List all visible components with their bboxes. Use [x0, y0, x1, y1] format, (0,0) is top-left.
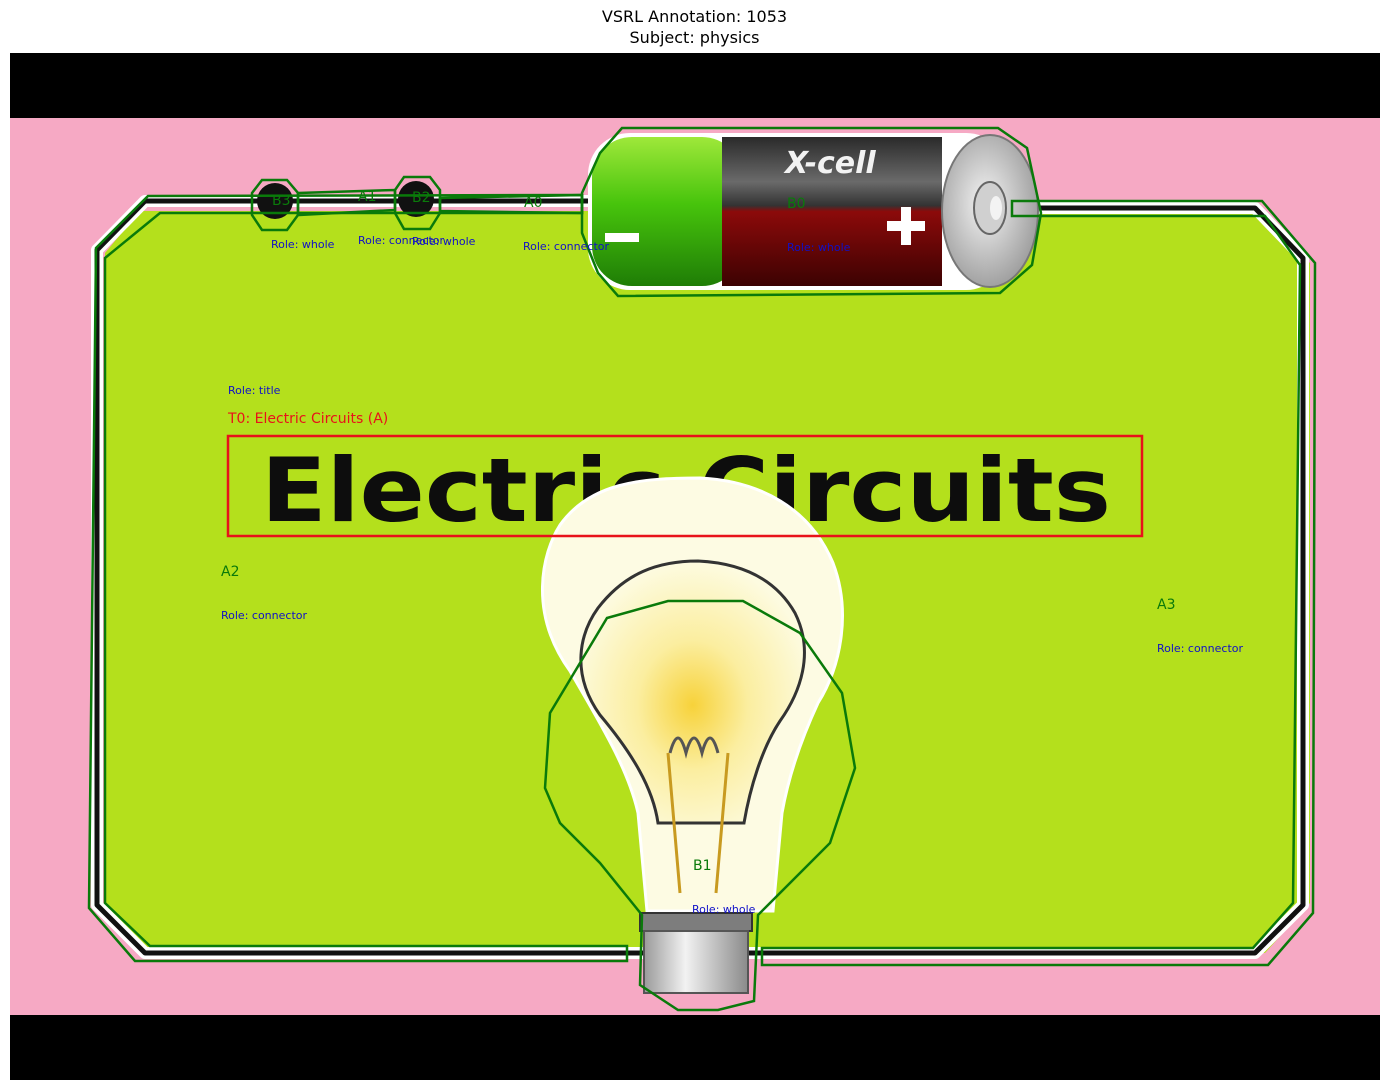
figure-title: VSRL Annotation: 1053 [601, 7, 788, 26]
letterbox-bottom [10, 1015, 1380, 1080]
role-title: Role: title [228, 384, 281, 397]
letterbox-top [10, 53, 1380, 118]
figure-subject: Subject: physics [629, 28, 760, 47]
role-b1: Role: whole [692, 903, 756, 916]
label-b2: B2 [412, 190, 431, 206]
role-a2: Role: connector [221, 609, 307, 622]
label-b1: B1 [693, 858, 712, 874]
role-a1: Role: connector [358, 234, 444, 247]
label-a2: A2 [221, 564, 239, 580]
role-a3: Role: connector [1157, 642, 1243, 655]
label-a3: A3 [1157, 597, 1175, 613]
diagram-image: X-cell Electric Circuits B0 B1 B2 B3 A0 … [10, 53, 1380, 1080]
label-b3: B3 [272, 193, 291, 209]
label-a1: A1 [358, 189, 376, 205]
label-b0: B0 [787, 196, 806, 212]
role-b0: Role: whole [787, 241, 851, 254]
battery-brand-label: X-cell [783, 146, 876, 181]
role-b3: Role: whole [271, 238, 335, 251]
label-title-box: T0: Electric Circuits (A) [227, 411, 388, 427]
figure-header: VSRL Annotation: 1053 Subject: physics [0, 6, 1389, 48]
label-a0: A0 [524, 195, 542, 211]
role-a0: Role: connector [523, 240, 609, 253]
